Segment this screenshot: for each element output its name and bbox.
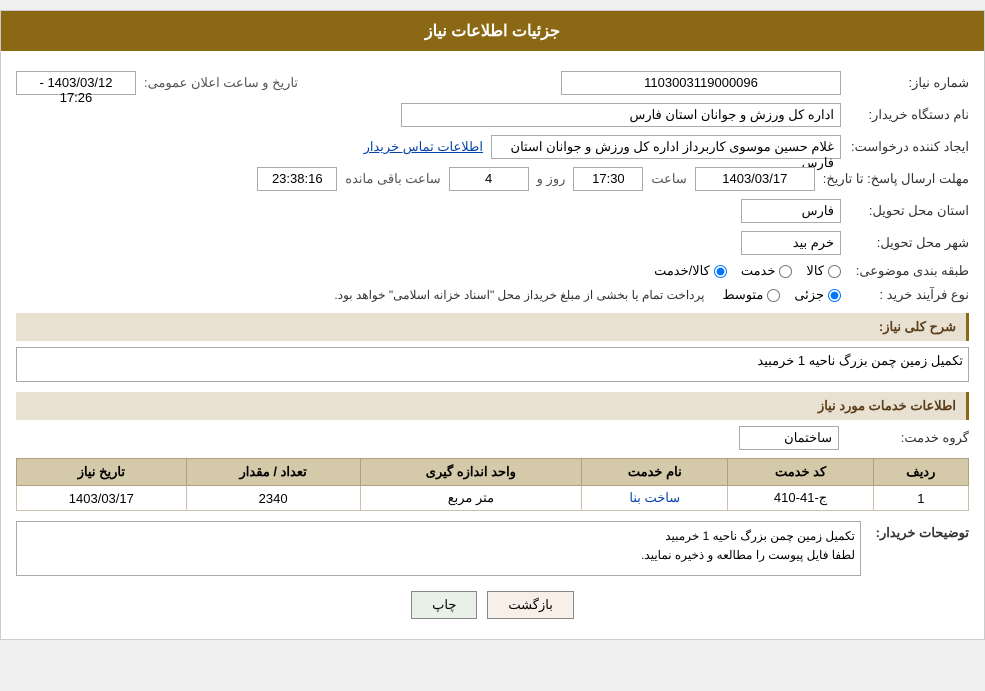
page-title: جزئیات اطلاعات نیاز	[1, 11, 984, 51]
city-label: شهر محل تحویل:	[849, 235, 969, 251]
radio-kala-khadamat[interactable]	[714, 265, 727, 278]
cell-date: 1403/03/17	[17, 486, 187, 511]
announcement-date-label: تاریخ و ساعت اعلان عمومی:	[144, 75, 298, 91]
cell-service-code: ج-41-410	[728, 486, 873, 511]
need-number-value: 1103003119000096	[561, 71, 841, 95]
announcement-date-value: 1403/03/12 - 17:26	[16, 71, 136, 95]
radio-kala-khadamat-item[interactable]: کالا/خدمت	[654, 263, 727, 279]
col-service-name: نام خدمت	[582, 459, 728, 486]
cell-row-number: 1	[873, 486, 968, 511]
radio-kala[interactable]	[828, 265, 841, 278]
deadline-days-label: روز و	[537, 171, 566, 187]
print-button[interactable]: چاپ	[411, 591, 477, 619]
purchase-type-radio-group: جزئی متوسط	[722, 287, 841, 303]
need-description-value: تکمیل زمین چمن بزرگ ناحیه 1 خرمبید	[16, 347, 969, 382]
col-date: تاریخ نیاز	[17, 459, 187, 486]
services-info-section-title: اطلاعات خدمات مورد نیاز	[16, 392, 969, 420]
cell-service-name: ساخت بنا	[582, 486, 728, 511]
cell-quantity: 2340	[186, 486, 360, 511]
col-quantity: تعداد / مقدار	[186, 459, 360, 486]
col-service-code: کد خدمت	[728, 459, 873, 486]
services-table: ردیف کد خدمت نام خدمت واحد اندازه گیری ت…	[16, 458, 969, 511]
service-group-value: ساختمان	[739, 426, 839, 450]
purchase-text: پرداخت تمام يا بخشی از مبلغ خریداز محل "…	[334, 288, 704, 302]
radio-jozvi[interactable]	[828, 289, 841, 302]
buyer-desc-line2: لطفا فایل پیوست را مطالعه و ذخیره نمایید…	[22, 546, 855, 565]
buyer-desc-label: توضیحات خریدار:	[869, 521, 969, 541]
back-button[interactable]: بازگشت	[487, 591, 573, 619]
col-row-number: ردیف	[873, 459, 968, 486]
col-unit: واحد اندازه گیری	[360, 459, 581, 486]
category-radio-group: کالا خدمت کالا/خدمت	[654, 263, 841, 279]
org-name-value: اداره کل ورزش و جوانان استان فارس	[401, 103, 841, 127]
need-description-section-title: شرح کلی نیاز:	[16, 313, 969, 341]
deadline-time-label: ساعت	[651, 171, 686, 187]
purchase-type-label: نوع فرآیند خرید :	[849, 287, 969, 303]
category-label: طبقه بندی موضوعی:	[849, 263, 969, 279]
buyer-desc-line1: تکمیل زمین چمن بزرگ ناحیه 1 خرمبید	[22, 527, 855, 546]
creator-value: غلام حسین موسوی کاربرداز اداره کل ورزش و…	[491, 135, 841, 159]
radio-kala-khadamat-label: کالا/خدمت	[654, 263, 710, 279]
radio-motevaset-item[interactable]: متوسط	[722, 287, 780, 303]
radio-motevaset-label: متوسط	[722, 287, 763, 303]
city-value: خرم بید	[741, 231, 841, 255]
creator-label: ایجاد کننده درخواست:	[849, 139, 969, 155]
deadline-remaining: 23:38:16	[257, 167, 337, 191]
radio-kala-label: کالا	[806, 263, 824, 279]
org-name-label: نام دستگاه خریدار:	[849, 107, 969, 123]
deadline-date: 1403/03/17	[695, 167, 815, 191]
deadline-time: 17:30	[573, 167, 643, 191]
radio-motevaset[interactable]	[767, 289, 780, 302]
need-number-label: شماره نیاز:	[849, 75, 969, 91]
remaining-label: ساعت باقی مانده	[345, 171, 440, 187]
table-row: 1 ج-41-410 ساخت بنا متر مربع 2340 1403/0…	[17, 486, 969, 511]
deadline-label: مهلت ارسال پاسخ: تا تاریخ:	[823, 171, 969, 187]
service-group-label: گروه خدمت:	[849, 430, 969, 446]
radio-khadamat-item[interactable]: خدمت	[741, 263, 793, 279]
radio-jozvi-label: جزئی	[794, 287, 824, 303]
province-label: استان محل تحویل:	[849, 203, 969, 219]
radio-kala-item[interactable]: کالا	[806, 263, 841, 279]
deadline-days: 4	[449, 167, 529, 191]
contact-link[interactable]: اطلاعات تماس خریدار	[364, 139, 483, 155]
province-value: فارس	[741, 199, 841, 223]
services-table-section: ردیف کد خدمت نام خدمت واحد اندازه گیری ت…	[16, 458, 969, 511]
radio-khadamat[interactable]	[779, 265, 792, 278]
button-row: بازگشت چاپ	[16, 591, 969, 619]
buyer-desc-value: تکمیل زمین چمن بزرگ ناحیه 1 خرمبید لطفا …	[16, 521, 861, 576]
radio-jozvi-item[interactable]: جزئی	[794, 287, 841, 303]
cell-unit: متر مربع	[360, 486, 581, 511]
radio-khadamat-label: خدمت	[741, 263, 776, 279]
